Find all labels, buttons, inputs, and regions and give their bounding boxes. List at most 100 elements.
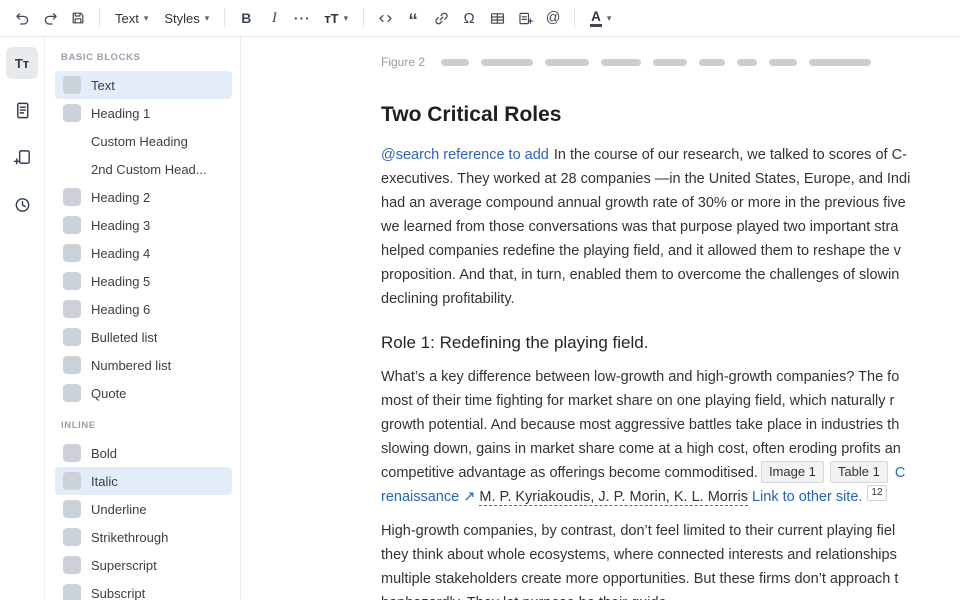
bold-button[interactable]: B xyxy=(232,4,260,32)
mention-button[interactable]: @ xyxy=(539,4,567,32)
paragraph[interactable]: @search reference to add In the course of… xyxy=(381,143,960,311)
paragraph-line[interactable]: @search reference to add In the course of… xyxy=(381,143,960,167)
block-item-custom-heading[interactable]: Custom Heading xyxy=(55,127,232,155)
block-item-2nd-custom-heading[interactable]: 2nd Custom Head... xyxy=(55,155,232,183)
block-quote-button[interactable]: “ xyxy=(399,4,427,32)
block-item-label: Heading 4 xyxy=(91,246,150,261)
image-chip[interactable]: Image 1 xyxy=(761,461,824,483)
rail-item-insert[interactable] xyxy=(6,141,38,173)
rail-item-history[interactable] xyxy=(6,188,38,220)
mention-token[interactable]: @search reference to add xyxy=(381,147,549,163)
figure-placeholder[interactable]: Figure 2 xyxy=(381,53,960,71)
external-link[interactable]: renaissance ↗ xyxy=(381,489,475,505)
paragraph-line[interactable]: High-growth companies, by contrast, don’… xyxy=(381,519,960,543)
paragraph[interactable]: High-growth companies, by contrast, don’… xyxy=(381,519,960,600)
block-thumb-icon xyxy=(63,472,81,490)
block-item-heading-1[interactable]: Heading 1 xyxy=(55,99,232,127)
editor-toolbar: Text ▾ Styles ▾ B I ··· тT ▾ “ Ω @ A ▾ xyxy=(0,0,960,37)
figure-skeleton-bar xyxy=(601,59,641,66)
paragraph-line[interactable]: slowing down, gains in market share come… xyxy=(381,437,960,461)
paragraph-line[interactable]: executives. They worked at 28 companies … xyxy=(381,167,960,191)
link-button[interactable] xyxy=(427,4,455,32)
text-run[interactable]: competitive advantage as offerings becom… xyxy=(381,465,758,481)
block-item-label: 2nd Custom Head... xyxy=(91,162,207,177)
paragraph-line[interactable]: What’s a key difference between low-grow… xyxy=(381,365,960,389)
block-item-label: Heading 6 xyxy=(91,302,150,317)
inline-item-italic[interactable]: Italic xyxy=(55,467,232,495)
block-item-label: Heading 3 xyxy=(91,218,150,233)
styles-label: Styles xyxy=(164,11,199,26)
block-item-label: Superscript xyxy=(91,558,157,573)
block-thumb-icon xyxy=(63,500,81,518)
block-item-heading-6[interactable]: Heading 6 xyxy=(55,295,232,323)
insert-table-button[interactable] xyxy=(483,4,511,32)
block-item-label: Text xyxy=(91,78,115,93)
block-item-text[interactable]: Text xyxy=(55,71,232,99)
section-title-inline: INLINE xyxy=(45,407,240,439)
special-characters-button[interactable]: Ω xyxy=(455,4,483,32)
block-thumb-icon xyxy=(63,104,81,122)
block-item-label: Heading 2 xyxy=(91,190,150,205)
block-item-quote[interactable]: Quote xyxy=(55,379,232,407)
link-cut[interactable]: C xyxy=(895,465,905,481)
inline-item-strikethrough[interactable]: Strikethrough xyxy=(55,523,232,551)
more-formatting-button[interactable]: ··· xyxy=(288,4,316,32)
footnote-marker[interactable]: 12 xyxy=(867,485,886,501)
inline-item-superscript[interactable]: Superscript xyxy=(55,551,232,579)
block-thumb-icon xyxy=(63,356,81,374)
inline-item-underline[interactable]: Underline xyxy=(55,495,232,523)
code-icon xyxy=(377,10,394,27)
document-heading-2[interactable]: Role 1: Redefining the playing field. xyxy=(381,333,960,353)
paragraph-format-dropdown[interactable]: Text ▾ xyxy=(107,4,156,32)
inline-item-subscript[interactable]: Subscript xyxy=(55,579,232,600)
paragraph-line[interactable]: renaissance ↗M. P. Kyriakoudis, J. P. Mo… xyxy=(381,485,960,509)
paragraph-line[interactable]: declining profitability. xyxy=(381,287,960,311)
block-thumb-icon xyxy=(63,328,81,346)
author-names[interactable]: M. P. Kyriakoudis, J. P. Morin, K. L. Mo… xyxy=(479,489,748,506)
block-thumb-icon xyxy=(63,216,81,234)
document-body[interactable]: Two Critical Roles @search reference to … xyxy=(381,103,960,600)
block-thumb-icon xyxy=(63,272,81,290)
paragraph-line[interactable]: they think about whole ecosystems, where… xyxy=(381,543,960,567)
link-icon xyxy=(433,10,450,27)
code-block-button[interactable] xyxy=(371,4,399,32)
block-item-bulleted-list[interactable]: Bulleted list xyxy=(55,323,232,351)
insert-template-button[interactable] xyxy=(511,4,539,32)
paragraph-line[interactable]: haphazardly. They let purpose be their g… xyxy=(381,591,960,600)
block-thumb-icon xyxy=(63,528,81,546)
paragraph-line[interactable]: most of their time fighting for market s… xyxy=(381,389,960,413)
block-item-heading-2[interactable]: Heading 2 xyxy=(55,183,232,211)
paragraph-line[interactable]: helped companies redefine the playing fi… xyxy=(381,239,960,263)
block-thumb-icon xyxy=(63,244,81,262)
rail-item-blocks[interactable]: Tт xyxy=(6,47,38,79)
undo-button[interactable] xyxy=(8,4,36,32)
inline-item-bold[interactable]: Bold xyxy=(55,439,232,467)
paragraph-line[interactable]: proposition. And that, in turn, enabled … xyxy=(381,263,960,287)
font-size-dropdown[interactable]: тT ▾ xyxy=(316,4,356,32)
font-color-dropdown[interactable]: A ▾ xyxy=(582,4,619,32)
block-item-heading-4[interactable]: Heading 4 xyxy=(55,239,232,267)
italic-button[interactable]: I xyxy=(260,4,288,32)
document-add-icon xyxy=(13,148,32,167)
styles-dropdown[interactable]: Styles ▾ xyxy=(156,4,217,32)
block-thumb-icon xyxy=(63,556,81,574)
paragraph-line[interactable]: growth potential. And because most aggre… xyxy=(381,413,960,437)
table-chip[interactable]: Table 1 xyxy=(830,461,888,483)
paragraph-line[interactable]: we learned from those conversations was … xyxy=(381,215,960,239)
paragraph-line[interactable]: had an average compound annual growth ra… xyxy=(381,191,960,215)
figure-label: Figure 2 xyxy=(381,55,425,69)
block-item-heading-3[interactable]: Heading 3 xyxy=(55,211,232,239)
redo-button[interactable] xyxy=(36,4,64,32)
block-thumb-icon xyxy=(63,300,81,318)
text-run[interactable]: In the course of our research, we talked… xyxy=(554,147,907,163)
editor-canvas[interactable]: Figure 2 Two Critical Roles @search refe… xyxy=(241,37,960,600)
save-button[interactable] xyxy=(64,4,92,32)
block-item-numbered-list[interactable]: Numbered list xyxy=(55,351,232,379)
paragraph[interactable]: What’s a key difference between low-grow… xyxy=(381,365,960,509)
paragraph-line[interactable]: multiple stakeholders create more opport… xyxy=(381,567,960,591)
block-item-heading-5[interactable]: Heading 5 xyxy=(55,267,232,295)
rail-item-document[interactable] xyxy=(6,94,38,126)
document-heading-1[interactable]: Two Critical Roles xyxy=(381,103,960,127)
other-site-link[interactable]: Link to other site. xyxy=(752,489,862,505)
paragraph-line[interactable]: competitive advantage as offerings becom… xyxy=(381,461,960,485)
